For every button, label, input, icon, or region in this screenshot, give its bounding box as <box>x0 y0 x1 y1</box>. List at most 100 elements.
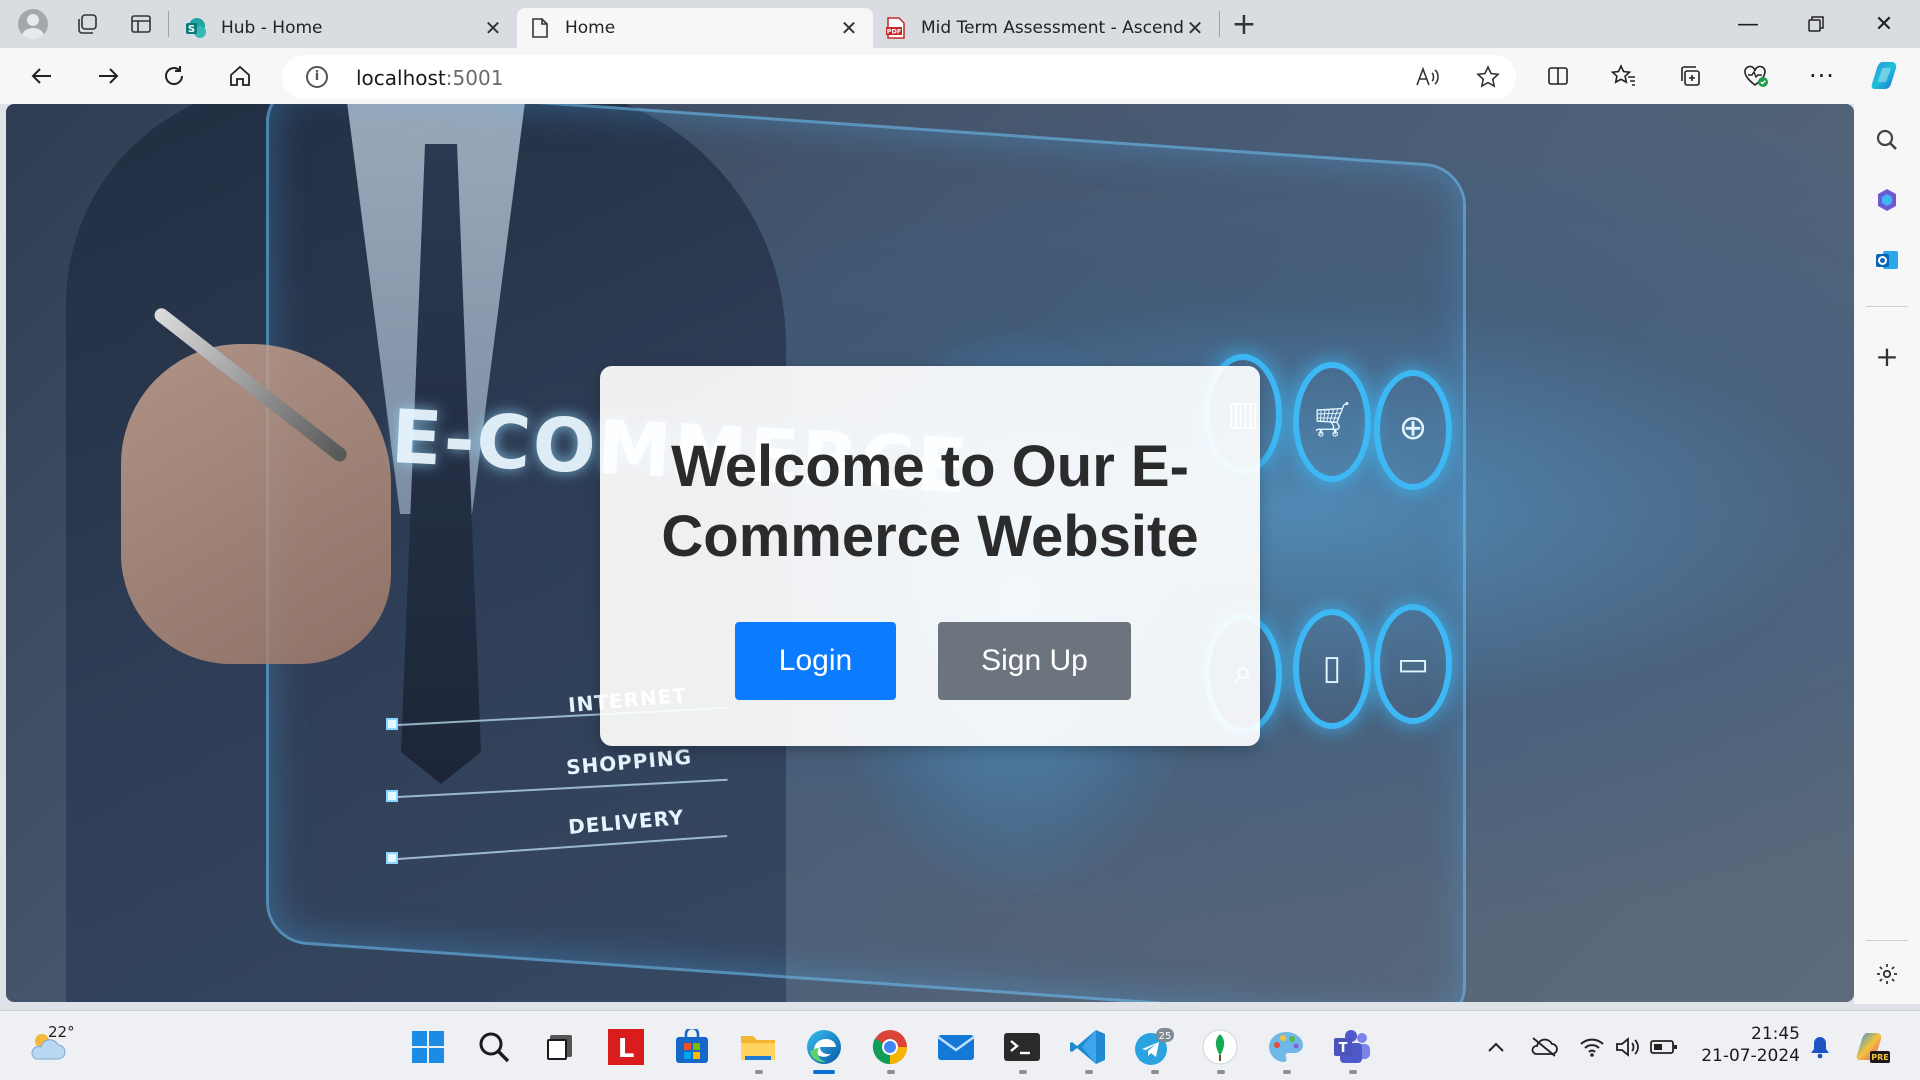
task-view-button[interactable] <box>538 1025 582 1069</box>
running-indicator <box>1283 1070 1291 1074</box>
volume-control[interactable] <box>1614 1033 1642 1061</box>
collections-icon <box>1681 66 1700 86</box>
close-window-button[interactable]: ✕ <box>1850 0 1918 48</box>
tab-actions-icon <box>131 15 151 33</box>
cart-icon: 🛒︎ <box>1310 400 1354 440</box>
site-info-icon[interactable]: i <box>306 66 328 88</box>
svg-text:L: L <box>618 1034 635 1064</box>
plus-icon: + <box>1231 6 1257 42</box>
taskbar-app-store[interactable] <box>670 1025 714 1069</box>
home-button[interactable] <box>218 54 262 98</box>
taskbar-vscode[interactable] <box>1066 1025 1110 1069</box>
sharepoint-icon: S <box>185 17 207 39</box>
address-bar[interactable]: i localhost:5001 <box>282 55 1516 99</box>
tab-actions-button[interactable] <box>114 0 168 48</box>
mongodb-leaf-icon <box>1202 1029 1238 1065</box>
battery-status[interactable] <box>1650 1033 1678 1061</box>
favorite-button[interactable] <box>1466 55 1510 99</box>
running-indicator <box>1217 1070 1225 1074</box>
tab-hub-home[interactable]: S Hub - Home ✕ <box>173 8 517 48</box>
cloud-offline-icon <box>1531 1037 1558 1057</box>
edge-sidebar: + <box>1854 104 1920 1004</box>
sidebar-outlook-button[interactable] <box>1865 238 1909 282</box>
taskbar-paint[interactable] <box>1264 1025 1308 1069</box>
globe-icon: ⊕ <box>1398 408 1428 448</box>
taskbar-file-explorer[interactable] <box>736 1025 780 1069</box>
onedrive-status[interactable] <box>1530 1033 1558 1061</box>
taskbar-chrome[interactable] <box>868 1025 912 1069</box>
restore-button[interactable] <box>1782 0 1850 48</box>
telegram-badge: 25 <box>1159 1031 1172 1042</box>
sidebar-search-button[interactable] <box>1865 118 1909 162</box>
terminal-icon <box>1004 1033 1040 1061</box>
taskbar-telegram[interactable]: 25 <box>1132 1025 1176 1069</box>
welcome-heading: Welcome to Our E-Commerce Website <box>661 434 1199 569</box>
close-icon[interactable]: ✕ <box>1183 16 1207 40</box>
taskbar-app-l[interactable]: L <box>604 1025 648 1069</box>
profile-button[interactable] <box>6 0 60 48</box>
url-text[interactable]: localhost:5001 <box>356 66 503 90</box>
weather-temperature: 22° <box>48 1023 75 1041</box>
network-status[interactable] <box>1578 1033 1606 1061</box>
svg-text:PDF: PDF <box>887 28 902 36</box>
svg-text:PRE: PRE <box>1871 1053 1889 1062</box>
favorites-button[interactable] <box>1602 54 1646 98</box>
read-aloud-icon <box>1416 66 1439 86</box>
mail-icon <box>937 1035 975 1060</box>
close-icon[interactable]: ✕ <box>837 16 861 40</box>
split-screen-button[interactable] <box>1536 54 1580 98</box>
plus-icon: + <box>1875 339 1899 373</box>
search-icon <box>1876 129 1897 150</box>
settings-and-more-button[interactable]: ··· <box>1800 54 1844 98</box>
task-view-icon <box>547 1035 572 1060</box>
page-viewport: E-COMMERCE ▥ 🛒︎ ⊕ ⌕ ▯ ▭ INTERNET SHOPPIN… <box>6 104 1854 1002</box>
sidebar-add-button[interactable]: + <box>1865 334 1909 378</box>
forward-arrow-icon <box>99 68 119 84</box>
system-clock[interactable]: 21:45 21-07-2024 <box>1700 1023 1800 1067</box>
show-hidden-icons-button[interactable] <box>1482 1033 1510 1061</box>
url-host: localhost <box>356 66 446 90</box>
avatar <box>18 9 48 39</box>
collections-button[interactable] <box>1668 54 1712 98</box>
taskbar-edge[interactable] <box>802 1025 846 1069</box>
favorites-icon <box>1611 64 1635 86</box>
back-button[interactable] <box>20 54 64 98</box>
tab-title: Mid Term Assessment - Ascendio <box>921 18 1183 38</box>
signup-button[interactable]: Sign Up <box>938 622 1131 700</box>
read-aloud-button[interactable] <box>1406 55 1450 99</box>
forward-button[interactable] <box>86 54 130 98</box>
chevron-up-icon <box>1488 1042 1504 1052</box>
copilot-taskbar-button[interactable]: PRE <box>1854 1029 1890 1065</box>
welcome-card: Welcome to Our E-Commerce Website Login … <box>600 366 1260 746</box>
workspaces-button[interactable] <box>60 0 114 48</box>
login-button[interactable]: Login <box>735 622 896 700</box>
minimize-button[interactable]: — <box>1714 0 1782 48</box>
taskbar-mail[interactable] <box>934 1025 978 1069</box>
taskbar-teams[interactable]: T <box>1330 1025 1374 1069</box>
sidebar-settings-button[interactable] <box>1865 952 1909 996</box>
copilot-icon <box>1871 62 1897 89</box>
browser-essentials-button[interactable] <box>1734 54 1778 98</box>
edge-icon <box>807 1030 841 1064</box>
taskbar-search-button[interactable] <box>472 1025 516 1069</box>
tab-home[interactable]: Home ✕ <box>517 8 873 48</box>
start-button[interactable] <box>406 1025 450 1069</box>
taskbar-mongodb[interactable] <box>1198 1025 1242 1069</box>
back-arrow-icon <box>31 68 51 84</box>
workspaces-icon <box>78 14 97 34</box>
tab-mid-term-assessment[interactable]: PDF Mid Term Assessment - Ascendio ✕ <box>873 8 1219 48</box>
sidebar-copilot-button[interactable] <box>1865 178 1909 222</box>
new-tab-button[interactable]: + <box>1220 0 1268 48</box>
restore-icon <box>1808 16 1824 32</box>
svg-text:T: T <box>1339 1041 1348 1056</box>
close-icon[interactable]: ✕ <box>481 16 505 40</box>
running-indicator-active <box>813 1070 835 1074</box>
list-bullet <box>386 718 398 730</box>
gear-icon <box>1877 964 1897 984</box>
copilot-button[interactable] <box>1864 54 1908 98</box>
windows-icon <box>412 1031 444 1063</box>
refresh-button[interactable] <box>152 54 196 98</box>
taskbar-terminal[interactable] <box>1000 1025 1044 1069</box>
folder-icon <box>741 1036 775 1060</box>
notifications-button[interactable] <box>1806 1033 1834 1061</box>
